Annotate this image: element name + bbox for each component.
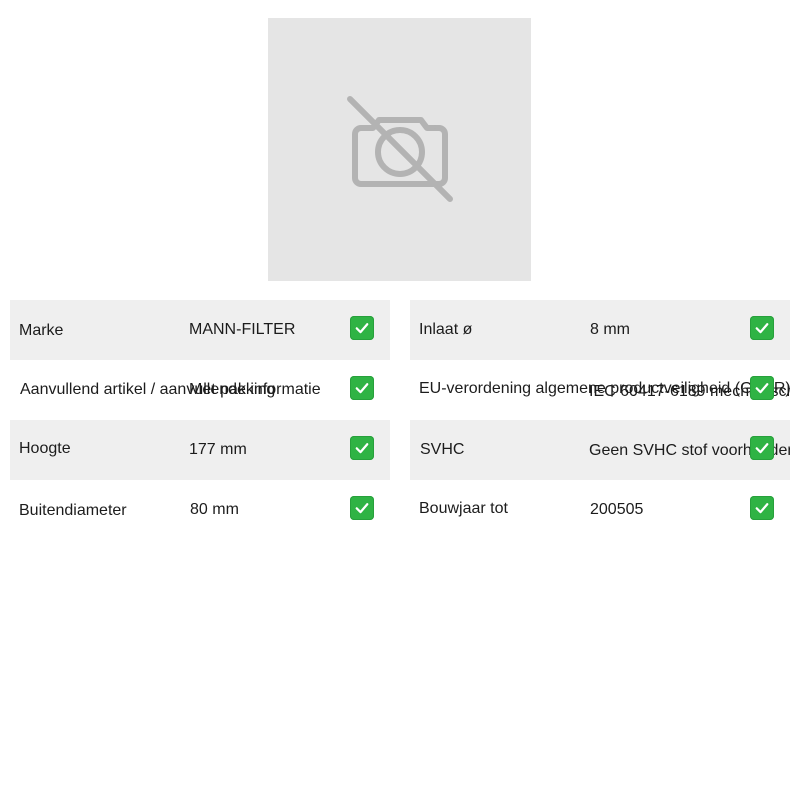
check-icon	[350, 376, 374, 400]
spec-label: Marke	[19, 322, 64, 339]
spec-value: MANN-FILTER	[189, 321, 296, 338]
spec-row-bouwjaar: Bouwjaar tot 200505	[410, 480, 790, 540]
check-icon	[750, 436, 774, 460]
spec-value: 200505	[590, 501, 644, 518]
check-icon	[750, 496, 774, 520]
camera-off-icon	[346, 95, 453, 202]
spec-value: Met pakking	[189, 381, 276, 398]
spec-row-marke: Marke MANN-FILTER	[10, 300, 390, 360]
check-icon	[350, 316, 374, 340]
product-spec-page: Marke MANN-FILTER Aanvullend artikel / a…	[0, 0, 800, 800]
spec-row-buitendiameter: Buitendiameter 80 mm	[10, 480, 390, 540]
left-spec-table: Marke MANN-FILTER Aanvullend artikel / a…	[10, 300, 390, 540]
check-icon	[350, 496, 374, 520]
spec-row-aanvullend: Aanvullend artikel / aanvullende informa…	[10, 360, 390, 420]
spec-label: Hoogte	[19, 440, 71, 457]
spec-value: 177 mm	[189, 441, 247, 458]
spec-row-gpsr: EU-verordening algemene productveilighei…	[410, 360, 790, 420]
spec-value: 8 mm	[590, 321, 630, 338]
spec-row-inlaat: Inlaat ø 8 mm	[410, 300, 790, 360]
product-image-placeholder	[268, 18, 531, 281]
spec-row-hoogte: Hoogte 177 mm	[10, 420, 390, 480]
spec-label: Aanvullend artikel / aanvullende informa…	[20, 381, 321, 398]
spec-row-svhc: SVHC Geen SVHC stof voorhanden	[410, 420, 790, 480]
spec-label: SVHC	[420, 441, 465, 458]
spec-value: 80 mm	[190, 501, 239, 518]
spec-label: Buitendiameter	[19, 502, 127, 519]
check-icon	[750, 376, 774, 400]
check-icon	[350, 436, 374, 460]
right-spec-table: Inlaat ø 8 mm EU-verordening algemene pr…	[410, 300, 790, 540]
check-icon	[750, 316, 774, 340]
spec-label: Inlaat ø	[419, 321, 473, 338]
spec-label: Bouwjaar tot	[419, 500, 508, 517]
